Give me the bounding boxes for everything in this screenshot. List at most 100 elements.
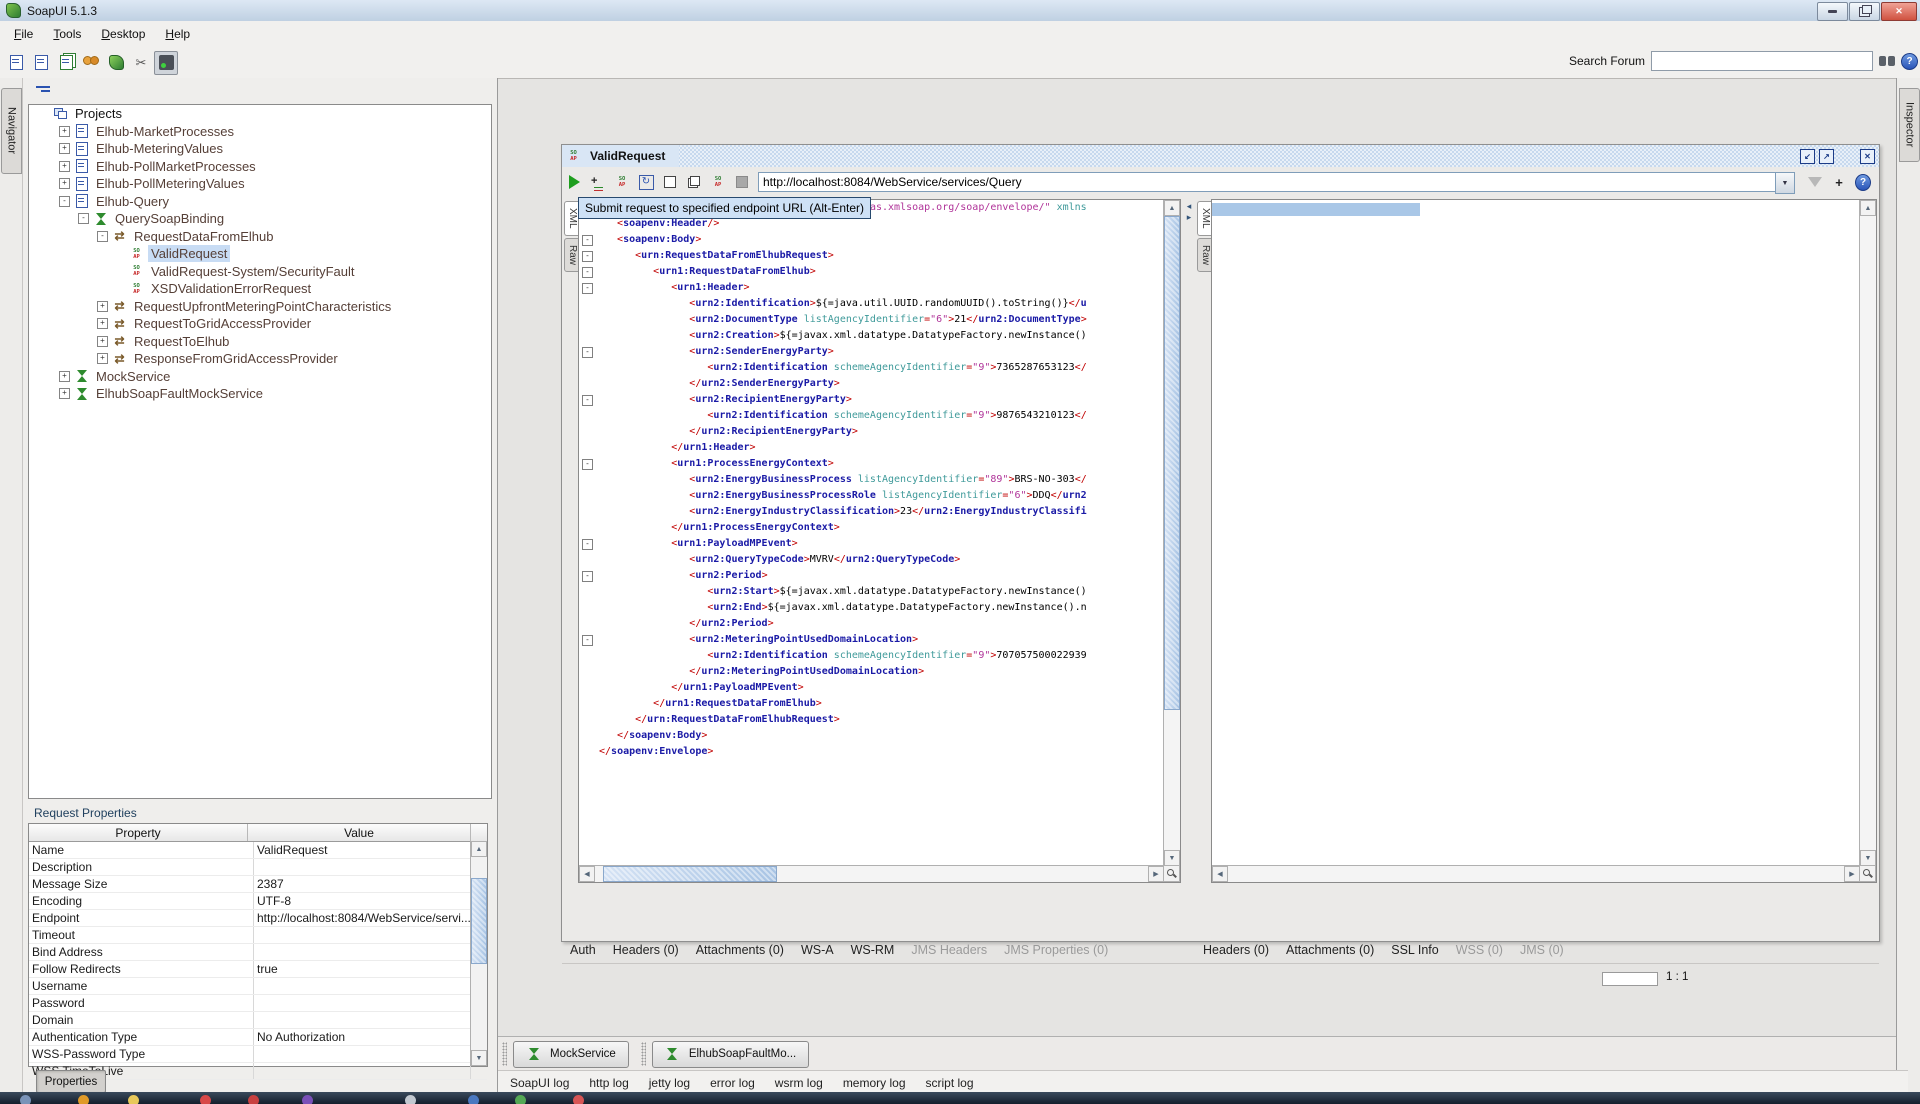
property-value-cell[interactable]: 2387: [254, 876, 471, 892]
tree-item-elhubsoapfaultmockservice[interactable]: +ElhubSoapFaultMockService: [29, 385, 491, 403]
tree-expander-icon[interactable]: -: [97, 231, 108, 242]
tree-expander-icon[interactable]: +: [59, 371, 70, 382]
tree-item-elhub-query[interactable]: -Elhub-Query: [29, 193, 491, 211]
request-horizontal-scrollbar[interactable]: ◀ ▶: [579, 865, 1164, 882]
response-tab-xml[interactable]: XML: [1197, 201, 1212, 236]
tree-expander-icon[interactable]: +: [59, 143, 70, 154]
property-value-cell[interactable]: [254, 1012, 471, 1028]
fold-collapse-icon[interactable]: -: [582, 539, 593, 550]
tree-item-validrequest[interactable]: SOAPValidRequest: [29, 245, 491, 263]
request-tab-xml[interactable]: XML: [564, 201, 579, 236]
import-project-icon[interactable]: [29, 51, 53, 75]
properties-toggle-button[interactable]: Properties: [36, 1070, 106, 1093]
tab-ws-rm[interactable]: WS-RM: [851, 943, 895, 957]
properties-scrollbar[interactable]: ▲ ▼: [470, 841, 487, 1066]
fold-collapse-icon[interactable]: -: [582, 283, 593, 294]
fold-collapse-icon[interactable]: -: [582, 459, 593, 470]
tree-options-icon[interactable]: [36, 86, 52, 99]
request-vertical-scrollbar[interactable]: ▲ ▼: [1163, 200, 1180, 866]
save-all-projects-icon[interactable]: [54, 51, 78, 75]
tree-item-requestdatafromelhub[interactable]: -⇄RequestDataFromElhub: [29, 228, 491, 246]
tree-expander-icon[interactable]: +: [59, 126, 70, 137]
log-tab-script-log[interactable]: script log: [926, 1076, 974, 1090]
editor-splitter[interactable]: ◂▸: [1181, 199, 1197, 885]
fold-collapse-icon[interactable]: -: [582, 251, 593, 262]
tree-item-xsdvalidationerrorrequest[interactable]: SOAPXSDValidationErrorRequest: [29, 280, 491, 298]
fold-collapse-icon[interactable]: -: [582, 635, 593, 646]
tab-attachments-0[interactable]: Attachments (0): [1286, 943, 1374, 957]
property-value-cell[interactable]: [254, 1063, 471, 1079]
soapui-home-icon[interactable]: [104, 51, 128, 75]
response-vertical-scrollbar[interactable]: ▲ ▼: [1859, 200, 1876, 866]
clone-request-icon[interactable]: [686, 174, 702, 190]
tree-expander-icon[interactable]: +: [59, 178, 70, 189]
tree-item-validrequest-system-securityfault[interactable]: SOAPValidRequest-System/SecurityFault: [29, 263, 491, 281]
tree-item-requesttoelhub[interactable]: +⇄RequestToElhub: [29, 333, 491, 351]
property-value-cell[interactable]: http://localhost:8084/WebService/servi..…: [254, 910, 471, 926]
fold-collapse-icon[interactable]: -: [582, 267, 593, 278]
property-value-cell[interactable]: [254, 978, 471, 994]
drag-handle[interactable]: [502, 1042, 507, 1066]
request-xml-editor[interactable]: <soapenv:Envelope xmlns:soapenv="http://…: [579, 200, 1164, 866]
tree-item-responsefromgridaccessprovider[interactable]: +⇄ResponseFromGridAccessProvider: [29, 350, 491, 368]
restore-button[interactable]: [1849, 2, 1880, 21]
log-tab-soapui-log[interactable]: SoapUI log: [510, 1076, 569, 1090]
minimized-window-mockservice[interactable]: MockService: [513, 1041, 629, 1068]
log-tab-error-log[interactable]: error log: [710, 1076, 755, 1090]
property-value-cell[interactable]: [254, 859, 471, 875]
proxy-toggle-icon[interactable]: [154, 51, 178, 75]
menu-item-file[interactable]: File: [4, 23, 43, 45]
request-tab-raw[interactable]: Raw: [564, 238, 579, 272]
log-tab-http-log[interactable]: http log: [589, 1076, 628, 1090]
scroll-up-icon[interactable]: ▲: [471, 841, 487, 857]
tree-item-elhub-marketprocesses[interactable]: +Elhub-MarketProcesses: [29, 123, 491, 141]
fold-collapse-icon[interactable]: -: [582, 395, 593, 406]
request-window-titlebar[interactable]: SOAP ValidRequest ↙ ↗ ✕: [562, 145, 1879, 167]
help-icon[interactable]: ?: [1901, 53, 1918, 70]
tab-ssl-info[interactable]: SSL Info: [1391, 943, 1439, 957]
magnifier-icon[interactable]: [1163, 865, 1180, 882]
close-button[interactable]: ✕: [1881, 2, 1917, 21]
fold-collapse-icon[interactable]: -: [582, 235, 593, 246]
tree-expander-icon[interactable]: +: [59, 161, 70, 172]
scrollbar-thumb[interactable]: [471, 878, 487, 964]
log-tab-memory-log[interactable]: memory log: [843, 1076, 906, 1090]
search-forum-input[interactable]: [1651, 51, 1873, 71]
tree-item-mockservice[interactable]: +MockService: [29, 368, 491, 386]
title-bar[interactable]: SoapUI 5.1.3 ✕: [0, 0, 1920, 22]
recreate-request-icon[interactable]: ↻: [638, 174, 654, 190]
fold-collapse-icon[interactable]: -: [582, 347, 593, 358]
soap-request-icon[interactable]: SOAP: [614, 174, 630, 190]
property-value-cell[interactable]: UTF-8: [254, 893, 471, 909]
create-empty-icon[interactable]: [662, 174, 678, 190]
scroll-down-icon[interactable]: ▼: [471, 1050, 487, 1066]
minimize-button[interactable]: [1817, 2, 1848, 21]
tab-headers-0[interactable]: Headers (0): [613, 943, 679, 957]
column-header-value[interactable]: Value: [248, 824, 471, 841]
endpoint-url-input[interactable]: [758, 172, 1775, 192]
tree-item-requestupfrontmeteringpointcharacteristics[interactable]: +⇄RequestUpfrontMeteringPointCharacteris…: [29, 298, 491, 316]
tree-item-elhub-meteringvalues[interactable]: +Elhub-MeteringValues: [29, 140, 491, 158]
log-tab-wsrm-log[interactable]: wsrm log: [775, 1076, 823, 1090]
drag-handle[interactable]: [641, 1042, 646, 1066]
property-value-cell[interactable]: true: [254, 961, 471, 977]
property-value-cell[interactable]: [254, 995, 471, 1011]
menu-item-help[interactable]: Help: [155, 23, 200, 45]
soap-action-icon[interactable]: SOAP: [710, 174, 726, 190]
tree-item-elhub-pollmeteringvalues[interactable]: +Elhub-PollMeteringValues: [29, 175, 491, 193]
tree-item-querysoapbinding[interactable]: -QuerySoapBinding: [29, 210, 491, 228]
preferences-icon[interactable]: ✂: [129, 51, 153, 75]
forum-icon[interactable]: [79, 51, 103, 75]
tree-expander-icon[interactable]: +: [59, 388, 70, 399]
tab-inspector[interactable]: Inspector: [1899, 88, 1920, 162]
column-header-property[interactable]: Property: [29, 824, 248, 841]
log-tab-jetty-log[interactable]: jetty log: [649, 1076, 690, 1090]
tree-expander-icon[interactable]: +: [97, 336, 108, 347]
tree-expander-icon[interactable]: -: [78, 213, 89, 224]
tab-navigator[interactable]: Navigator: [1, 88, 22, 174]
magnifier-icon[interactable]: [1859, 865, 1876, 882]
menu-item-desktop[interactable]: Desktop: [91, 23, 155, 45]
tree-expander-icon[interactable]: +: [97, 301, 108, 312]
window-restore-icon[interactable]: ↙: [1800, 149, 1815, 164]
minimized-window-elhubsoapfaultmo[interactable]: ElhubSoapFaultMo...: [652, 1041, 809, 1068]
